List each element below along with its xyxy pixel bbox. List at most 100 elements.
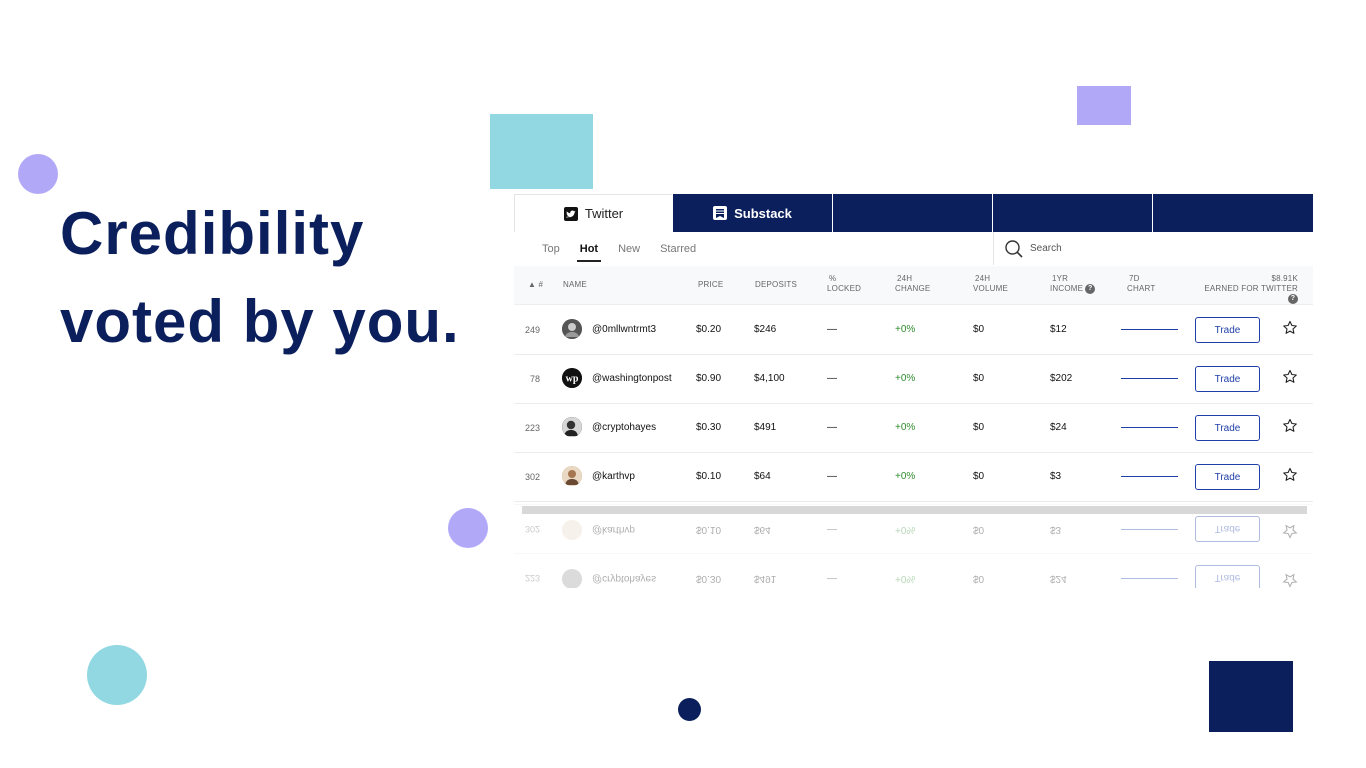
search-input[interactable] [1028, 242, 1282, 255]
row-deposits: $491 [754, 573, 777, 584]
row-handle[interactable]: @washingtonpost [592, 373, 672, 385]
star-icon[interactable] [1282, 320, 1298, 336]
avatar [562, 417, 582, 437]
table-row[interactable]: 78 wp @washingtonpost $0.90 $4,100 — +0%… [514, 354, 1313, 404]
row-change: +0% [895, 422, 916, 433]
row-locked: — [827, 324, 837, 335]
decor-navy-dot [678, 698, 701, 721]
trade-button-reflection: Trade [1195, 516, 1260, 542]
col-price[interactable]: PRICE [698, 280, 723, 290]
row-price: $0.10 [696, 471, 722, 482]
sparkline [1121, 476, 1178, 477]
row-handle[interactable]: @cryptohayes [592, 422, 656, 434]
platform-tabs: Twitter Substack [514, 194, 1313, 232]
avatar [562, 569, 582, 588]
filter-starred[interactable]: Starred [660, 232, 696, 266]
earned-total: $8.91K [1271, 274, 1298, 283]
star-icon [1282, 573, 1298, 588]
tab-twitter-label: Twitter [584, 206, 624, 221]
search-box [993, 232, 1313, 265]
filter-bar: Top Hot New Starred [514, 232, 1313, 267]
trade-button-reflection: Trade [1195, 565, 1260, 588]
trade-button[interactable]: Trade [1195, 366, 1260, 392]
col-volume-line2: VOLUME [973, 284, 1008, 293]
star-icon[interactable] [1282, 369, 1298, 385]
avatar [562, 319, 582, 339]
row-price: $0.90 [696, 373, 722, 384]
row-deposits: $64 [754, 524, 771, 535]
tab-substack[interactable]: Substack [673, 194, 832, 232]
row-locked: — [827, 373, 837, 384]
row-volume: $0 [973, 324, 985, 335]
sparkline [1121, 529, 1178, 530]
row-change: +0% [895, 324, 916, 335]
headline: Credibility voted by you. [60, 190, 460, 366]
row-deposits: $64 [754, 471, 771, 482]
row-change: +0% [895, 573, 916, 584]
filter-new[interactable]: New [618, 232, 640, 266]
col-income[interactable]: 1YR INCOME? [1050, 274, 1096, 294]
tab-4[interactable] [993, 194, 1152, 232]
row-change: +0% [895, 471, 916, 482]
row-volume: $0 [973, 573, 985, 584]
star-icon[interactable] [1282, 418, 1298, 434]
help-icon[interactable]: ? [1288, 294, 1298, 304]
help-icon[interactable]: ? [1085, 284, 1096, 294]
col-volume[interactable]: 24H VOLUME [973, 274, 1008, 294]
row-deposits: $4,100 [754, 373, 785, 384]
tab-3[interactable] [833, 194, 992, 232]
decor-teal-square [490, 114, 593, 189]
search-icon [1005, 239, 1023, 258]
headline-line-1: Credibility [60, 200, 365, 267]
row-rank: 302 [524, 472, 540, 482]
filter-hot[interactable]: Hot [576, 232, 602, 266]
row-volume: $0 [973, 524, 985, 535]
col-chart-line1: 7D [1129, 274, 1140, 283]
col-deposits[interactable]: DEPOSITS [755, 280, 797, 290]
tab-5[interactable] [1153, 194, 1313, 232]
twitter-icon [563, 206, 578, 221]
sparkline [1121, 427, 1178, 428]
col-volume-line1: 24H [975, 274, 991, 283]
sparkline [1121, 378, 1178, 379]
col-name[interactable]: NAME [563, 280, 587, 290]
row-income: $3 [1050, 524, 1062, 535]
col-change[interactable]: 24H CHANGE [895, 274, 930, 294]
row-income: $24 [1050, 573, 1067, 584]
row-rank: 78 [529, 374, 540, 384]
table-row[interactable]: 249 @0mllwntrmt3 $0.20 $246 — +0% $0 $12… [514, 305, 1313, 355]
table-row[interactable]: 223 @cryptohayes $0.30 $491 — +0% $0 $24… [514, 403, 1313, 453]
row-deposits: $246 [754, 324, 777, 335]
decor-navy-square [1209, 661, 1293, 732]
row-volume: $0 [973, 373, 985, 384]
tab-substack-label: Substack [734, 205, 792, 221]
trade-button[interactable]: Trade [1195, 464, 1260, 490]
row-income: $3 [1050, 471, 1062, 482]
market-table-panel: Twitter Substack Top Hot New Starred ▲ #… [514, 194, 1313, 588]
row-volume: $0 [973, 471, 985, 482]
row-price: $0.20 [696, 324, 722, 335]
table-row[interactable]: 302 @karthvp $0.10 $64 — +0% $0 $3 Trade [514, 452, 1313, 502]
decor-teal-circle [87, 645, 147, 705]
filter-tabs: Top Hot New Starred [542, 232, 696, 266]
row-handle[interactable]: @0mllwntrmt3 [592, 324, 656, 336]
star-icon[interactable] [1282, 467, 1298, 483]
row-price: $0.10 [696, 524, 722, 535]
col-rank[interactable]: ▲ # [528, 280, 543, 290]
col-locked-line1: % [829, 274, 837, 283]
row-rank: 249 [524, 325, 540, 335]
row-rank: 302 [524, 524, 540, 534]
col-earned-label: EARNED FOR TWITTER [1204, 284, 1298, 293]
row-change: +0% [895, 524, 916, 535]
col-earned[interactable]: $8.91K EARNED FOR TWITTER? [1198, 274, 1298, 304]
row-change: +0% [895, 373, 916, 384]
tab-twitter[interactable]: Twitter [514, 194, 672, 232]
table-header: ▲ # NAME PRICE DEPOSITS % LOCKED 24H CHA… [514, 266, 1313, 305]
trade-button[interactable]: Trade [1195, 415, 1260, 441]
col-locked[interactable]: % LOCKED [827, 274, 861, 294]
trade-button[interactable]: Trade [1195, 317, 1260, 343]
col-chart-line2: CHART [1127, 284, 1156, 293]
sparkline [1121, 578, 1178, 579]
filter-top[interactable]: Top [542, 232, 560, 266]
row-handle[interactable]: @karthvp [592, 471, 635, 483]
